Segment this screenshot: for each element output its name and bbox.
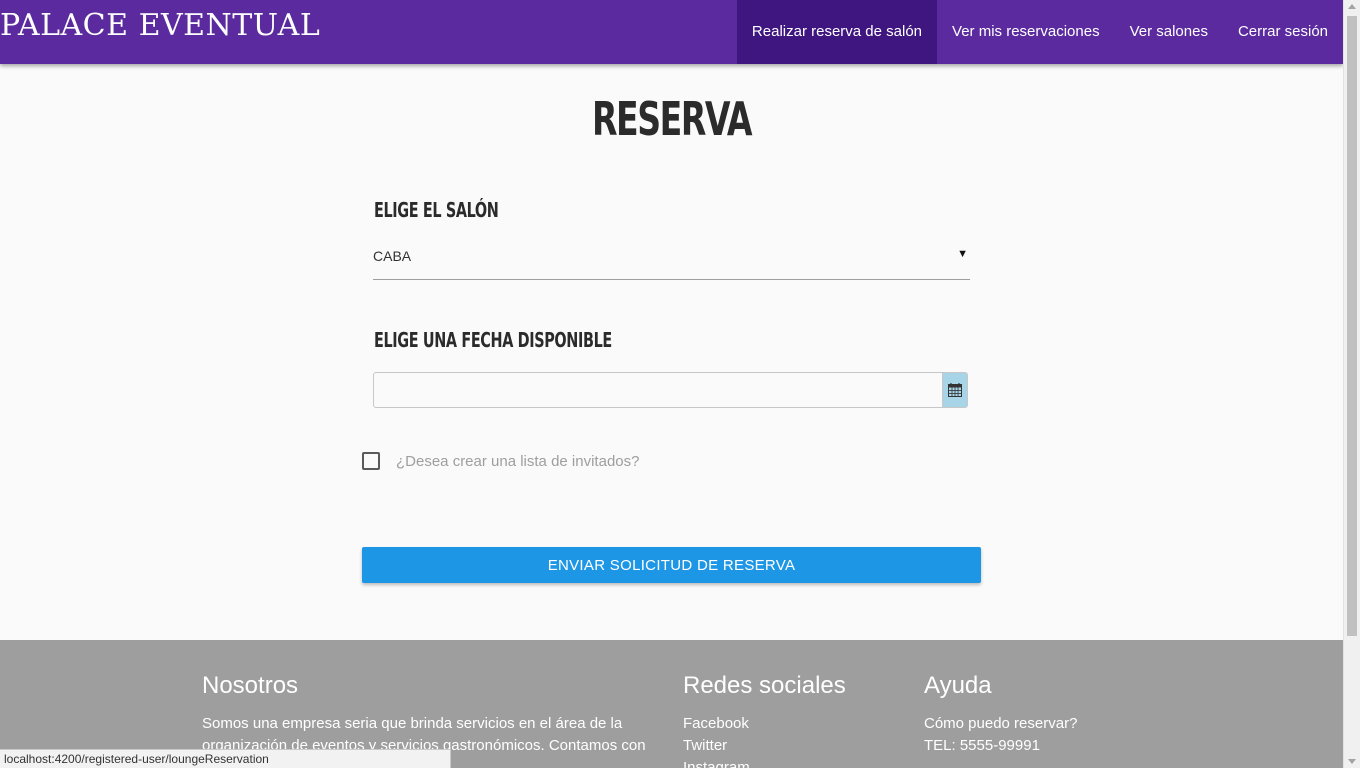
footer-nosotros: Nosotros Somos una empresa seria que bri… — [202, 672, 662, 757]
guest-list-label[interactable]: ¿Desea crear una lista de invitados? — [396, 453, 639, 470]
date-label: ELIGE UNA FECHA DISPONIBLE — [374, 328, 612, 352]
footer-link-facebook[interactable]: Facebook — [683, 713, 846, 735]
footer-redes-title: Redes sociales — [683, 672, 846, 699]
nav-item-realizar-reserva[interactable]: Realizar reserva de salón — [736, 0, 938, 64]
footer-ayuda-phone: TEL: 5555-99991 — [924, 737, 1040, 754]
caret-down-icon: ▼ — [957, 248, 968, 260]
page-title: RESERVA — [591, 92, 752, 146]
scroll-thumb[interactable] — [1347, 16, 1357, 636]
status-bar-url: localhost:4200/registered-user/loungeRes… — [0, 749, 451, 768]
footer-link-instagram[interactable]: Instagram — [683, 757, 846, 768]
footer-redes: Redes sociales Facebook Twitter Instagra… — [683, 672, 846, 768]
date-field — [373, 372, 968, 408]
footer-link-twitter[interactable]: Twitter — [683, 735, 846, 757]
date-input[interactable] — [374, 373, 942, 407]
footer-ayuda-title: Ayuda — [924, 672, 992, 699]
navbar: PALACE EVENTUAL Realizar reserva de saló… — [0, 0, 1343, 64]
nav-item-ver-salones[interactable]: Ver salones — [1115, 0, 1223, 64]
salon-select[interactable]: CABA ▼ — [373, 240, 970, 280]
salon-select-value: CABA — [373, 248, 412, 264]
calendar-icon — [948, 383, 962, 397]
nav-item-ver-reservaciones[interactable]: Ver mis reservaciones — [937, 0, 1115, 64]
submit-reservation-button[interactable]: ENVIAR SOLICITUD DE RESERVA — [362, 547, 981, 583]
guest-list-option: ¿Desea crear una lista de invitados? — [362, 451, 639, 471]
salon-label: ELIGE EL SALÓN — [374, 198, 499, 222]
vertical-scrollbar[interactable] — [1343, 0, 1360, 768]
main-content: RESERVA ELIGE EL SALÓN CABA ▼ ELIGE UNA … — [0, 64, 1343, 640]
footer-nosotros-title: Nosotros — [202, 672, 299, 699]
nav-menu: Realizar reserva de salón Ver mis reserv… — [736, 0, 1343, 64]
nav-item-cerrar-sesion[interactable]: Cerrar sesión — [1223, 0, 1343, 64]
brand-logo[interactable]: PALACE EVENTUAL — [0, 8, 320, 43]
footer-ayuda: Ayuda Cómo puedo reservar? TEL: 5555-999… — [924, 672, 1077, 757]
viewport: PALACE EVENTUAL Realizar reserva de saló… — [0, 0, 1360, 768]
guest-list-checkbox[interactable] — [362, 452, 380, 470]
footer-ayuda-how-to[interactable]: Cómo puedo reservar? — [924, 713, 1077, 735]
scroll-down-icon[interactable] — [1348, 759, 1356, 764]
calendar-button[interactable] — [942, 373, 967, 407]
scroll-up-icon[interactable] — [1348, 4, 1356, 9]
